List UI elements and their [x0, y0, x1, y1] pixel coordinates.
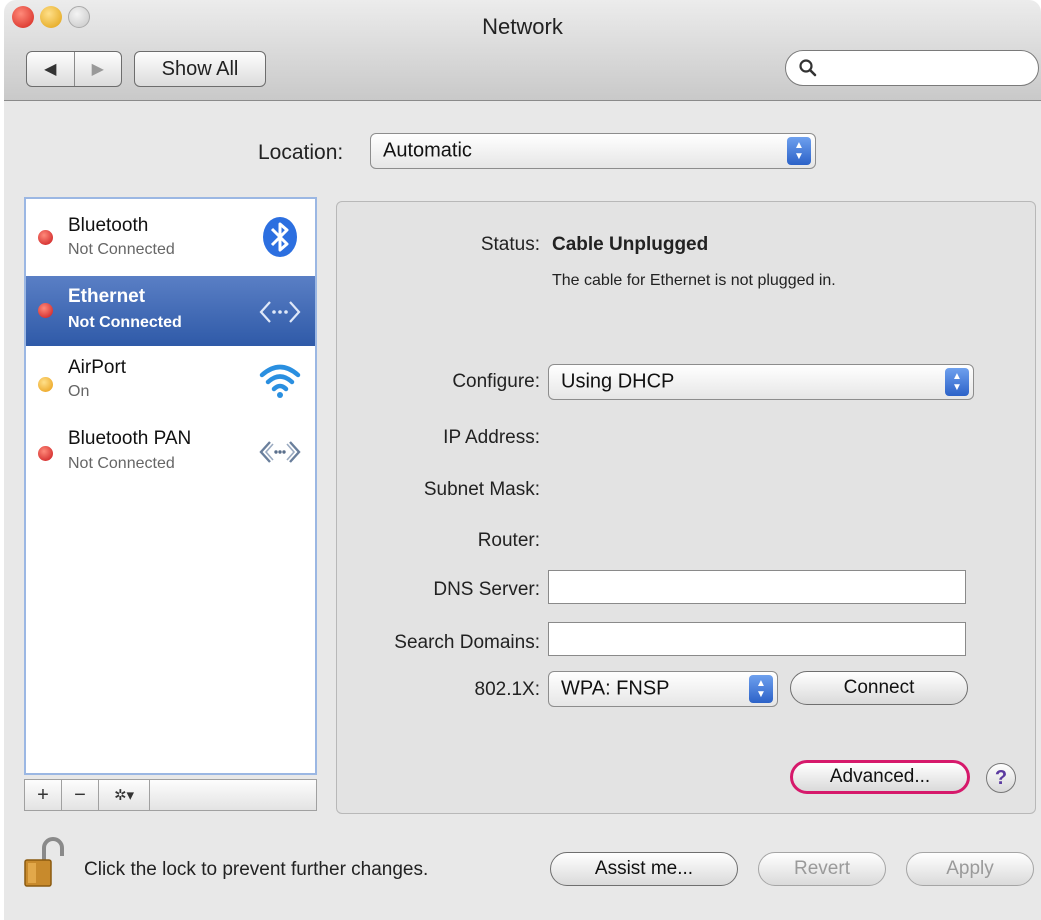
apply-button[interactable]: Apply	[906, 852, 1034, 886]
search-domains-field[interactable]	[548, 622, 966, 656]
service-item-bluetooth-pan[interactable]: Bluetooth PAN Not Connected	[26, 422, 315, 492]
service-name: AirPort	[68, 357, 127, 378]
service-name: Bluetooth	[68, 215, 149, 236]
dot1x-popup[interactable]: WPA: FNSP ▲ ▼	[548, 671, 778, 707]
status-dot-icon	[38, 303, 53, 318]
action-gear-button[interactable]: ✲▾	[99, 780, 150, 810]
service-state: Not Connected	[68, 241, 175, 258]
popup-arrows-icon: ▲ ▼	[945, 368, 969, 396]
revert-button[interactable]: Revert	[758, 852, 886, 886]
service-name: Bluetooth PAN	[68, 428, 192, 449]
search-icon	[799, 59, 817, 77]
status-description: The cable for Ethernet is not plugged in…	[552, 272, 836, 289]
assist-me-button[interactable]: Assist me...	[550, 852, 738, 886]
show-all-button[interactable]: Show All	[134, 51, 266, 87]
service-state: On	[68, 383, 90, 400]
back-button[interactable]: ◀	[27, 52, 75, 86]
location-popup[interactable]: Automatic ▲ ▼	[370, 133, 816, 169]
popup-arrows-icon: ▲ ▼	[749, 675, 773, 703]
service-state: Not Connected	[68, 314, 182, 331]
dot1x-label: 802.1X:	[474, 679, 541, 700]
configure-value: Using DHCP	[561, 370, 675, 393]
lock-message: Click the lock to prevent further change…	[84, 859, 429, 880]
remove-service-button[interactable]: −	[62, 780, 99, 810]
dot1x-value: WPA: FNSP	[561, 677, 670, 700]
dns-server-label: DNS Server:	[433, 579, 540, 600]
service-item-ethernet[interactable]: Ethernet Not Connected	[26, 276, 315, 346]
popup-arrows-icon: ▲ ▼	[787, 137, 811, 165]
search-domains-label: Search Domains:	[394, 632, 540, 653]
status-value: Cable Unplugged	[552, 234, 709, 255]
router-label: Router:	[477, 530, 540, 551]
lock-icon[interactable]	[22, 836, 66, 888]
service-list: Bluetooth Not Connected Ethernet Not Con…	[24, 197, 317, 775]
wifi-icon	[258, 359, 302, 403]
forward-button[interactable]: ▶	[75, 52, 122, 86]
status-dot-icon	[38, 377, 53, 392]
ip-address-label: IP Address:	[443, 427, 540, 448]
subnet-mask-label: Subnet Mask:	[423, 479, 540, 500]
help-button[interactable]: ?	[986, 763, 1016, 793]
service-detail-panel	[336, 201, 1036, 814]
back-forward-control: ◀ ▶	[26, 51, 122, 87]
network-preferences-window: Network ◀ ▶ Show All Location: Automatic…	[0, 0, 1041, 920]
status-dot-icon	[38, 230, 53, 245]
window-title: Network	[482, 14, 563, 39]
service-item-bluetooth[interactable]: Bluetooth Not Connected	[26, 203, 315, 273]
search-input[interactable]	[785, 50, 1039, 86]
bluetooth-pan-icon	[258, 430, 302, 474]
status-label: Status:	[480, 234, 540, 255]
add-service-button[interactable]: +	[25, 780, 62, 810]
dns-server-field[interactable]	[548, 570, 966, 604]
location-value: Automatic	[383, 139, 472, 162]
connect-button[interactable]: Connect	[790, 671, 968, 705]
service-name: Ethernet	[68, 286, 146, 307]
title-toolbar: Network ◀ ▶ Show All	[4, 0, 1041, 101]
location-label: Location:	[258, 141, 344, 164]
configure-popup[interactable]: Using DHCP ▲ ▼	[548, 364, 974, 400]
advanced-button[interactable]: Advanced...	[790, 760, 970, 794]
ethernet-icon	[258, 290, 302, 334]
service-state: Not Connected	[68, 455, 175, 472]
service-list-toolbar: + − ✲▾	[24, 779, 317, 811]
configure-label: Configure:	[452, 371, 540, 392]
service-item-airport[interactable]: AirPort On	[26, 349, 315, 419]
status-dot-icon	[38, 446, 53, 461]
bluetooth-icon	[258, 215, 302, 259]
